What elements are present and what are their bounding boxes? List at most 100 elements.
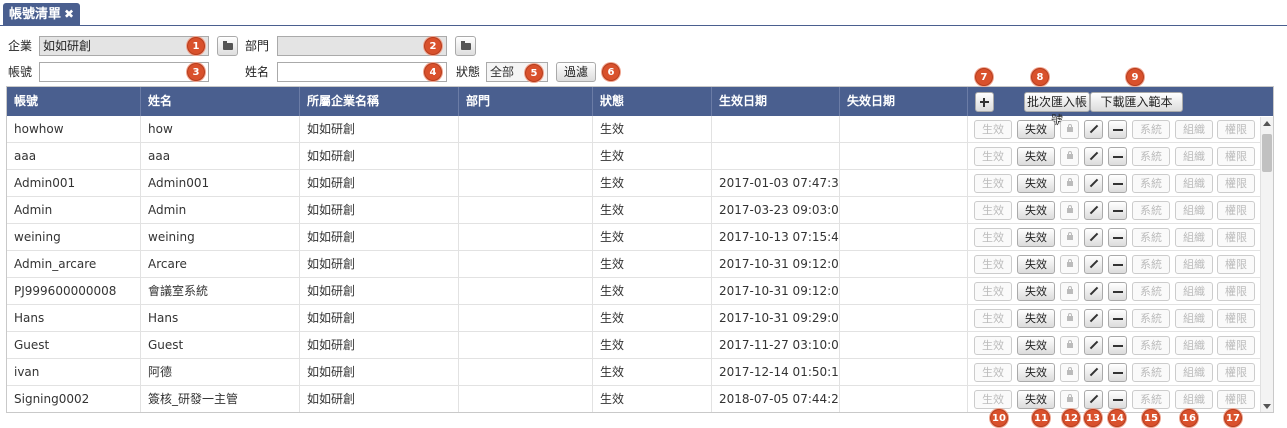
remove-icon[interactable] <box>1108 336 1127 355</box>
deactivate-button[interactable]: 失效 <box>1017 228 1055 247</box>
permission-button[interactable]: 權限 <box>1217 390 1255 409</box>
table-row[interactable]: Admin001 Admin001 如如研創 生效 2017-01-03 07:47:3… <box>7 170 1273 197</box>
remove-icon[interactable] <box>1108 201 1127 220</box>
system-button[interactable]: 系統 <box>1132 147 1170 166</box>
system-button[interactable]: 系統 <box>1132 282 1170 301</box>
col-name[interactable]: 姓名 <box>141 87 300 116</box>
org-button[interactable]: 組織 <box>1175 363 1213 382</box>
edit-icon[interactable] <box>1084 228 1103 247</box>
scroll-down-icon[interactable] <box>1263 404 1271 409</box>
system-button[interactable]: 系統 <box>1132 228 1170 247</box>
activate-button[interactable]: 生效 <box>974 390 1012 409</box>
org-button[interactable]: 組織 <box>1175 255 1213 274</box>
add-button[interactable] <box>975 92 994 112</box>
system-button[interactable]: 系統 <box>1132 336 1170 355</box>
lock-icon[interactable] <box>1060 201 1079 220</box>
scrollbar[interactable] <box>1260 117 1273 412</box>
permission-button[interactable]: 權限 <box>1217 147 1255 166</box>
edit-icon[interactable] <box>1084 363 1103 382</box>
remove-icon[interactable] <box>1108 147 1127 166</box>
table-row[interactable]: HansHans如如研創生效2017-10-31 09:29:01.0生效失效系… <box>7 305 1273 332</box>
scroll-up-icon[interactable] <box>1263 121 1271 126</box>
activate-button[interactable]: 生效 <box>974 309 1012 328</box>
edit-icon[interactable] <box>1084 282 1103 301</box>
permission-button[interactable]: 權限 <box>1217 282 1255 301</box>
remove-icon[interactable] <box>1108 228 1127 247</box>
org-button[interactable]: 組織 <box>1175 201 1213 220</box>
org-button[interactable]: 組織 <box>1175 174 1213 193</box>
download-template-button[interactable]: 下載匯入範本 <box>1090 92 1183 112</box>
edit-icon[interactable] <box>1084 390 1103 409</box>
permission-button[interactable]: 權限 <box>1217 228 1255 247</box>
lock-icon[interactable] <box>1060 174 1079 193</box>
activate-button[interactable]: 生效 <box>974 282 1012 301</box>
activate-button[interactable]: 生效 <box>974 201 1012 220</box>
deactivate-button[interactable]: 失效 <box>1017 255 1055 274</box>
lock-icon[interactable] <box>1060 147 1079 166</box>
org-button[interactable]: 組織 <box>1175 390 1213 409</box>
table-row[interactable]: GuestGuest如如研創生效2017-11-27 03:10:06.0生效失… <box>7 332 1273 359</box>
system-button[interactable]: 系統 <box>1132 255 1170 274</box>
batch-import-button[interactable]: 批次匯入帳號 <box>1024 92 1090 127</box>
permission-button[interactable]: 權限 <box>1217 309 1255 328</box>
edit-icon[interactable] <box>1084 255 1103 274</box>
system-button[interactable]: 系統 <box>1132 309 1170 328</box>
lock-icon[interactable] <box>1060 336 1079 355</box>
dept-browse-folder-icon[interactable] <box>455 36 476 56</box>
scroll-thumb[interactable] <box>1262 134 1272 172</box>
lock-icon[interactable] <box>1060 390 1079 409</box>
close-icon[interactable]: ✖ <box>64 7 74 21</box>
deactivate-button[interactable]: 失效 <box>1017 336 1055 355</box>
company-field[interactable]: 如如研創 <box>39 36 209 56</box>
permission-button[interactable]: 權限 <box>1217 201 1255 220</box>
permission-button[interactable]: 權限 <box>1217 255 1255 274</box>
remove-icon[interactable] <box>1108 255 1127 274</box>
activate-button[interactable]: 生效 <box>974 363 1012 382</box>
deactivate-button[interactable]: 失效 <box>1017 174 1055 193</box>
tab-account-list[interactable]: 帳號清單 ✖ <box>3 3 81 26</box>
edit-icon[interactable] <box>1084 120 1103 139</box>
remove-icon[interactable] <box>1108 282 1127 301</box>
remove-icon[interactable] <box>1108 363 1127 382</box>
account-input[interactable] <box>39 62 209 82</box>
lock-icon[interactable] <box>1060 255 1079 274</box>
system-button[interactable]: 系統 <box>1132 120 1170 139</box>
deactivate-button[interactable]: 失效 <box>1017 363 1055 382</box>
table-row[interactable]: weiningweining如如研創生效2017-10-13 07:15:49.… <box>7 224 1273 251</box>
company-browse-folder-icon[interactable] <box>217 36 238 56</box>
system-button[interactable]: 系統 <box>1132 363 1170 382</box>
org-button[interactable]: 組織 <box>1175 282 1213 301</box>
col-start-date[interactable]: 生效日期 <box>712 87 840 116</box>
lock-icon[interactable] <box>1060 228 1079 247</box>
table-row[interactable]: PJ999600000008 會議室系統 如如研創 生效 2017-10-31 09:1… <box>7 278 1273 305</box>
table-row[interactable]: AdminAdmin如如研創生效2017-03-23 09:03:06.0生效失… <box>7 197 1273 224</box>
permission-button[interactable]: 權限 <box>1217 336 1255 355</box>
table-row[interactable]: ivan阿德如如研創生效2017-12-14 01:50:11.0生效失效系統組… <box>7 359 1273 386</box>
lock-icon[interactable] <box>1060 309 1079 328</box>
deactivate-button[interactable]: 失效 <box>1017 309 1055 328</box>
org-button[interactable]: 組織 <box>1175 147 1213 166</box>
deactivate-button[interactable]: 失效 <box>1017 147 1055 166</box>
org-button[interactable]: 組織 <box>1175 336 1213 355</box>
activate-button[interactable]: 生效 <box>974 174 1012 193</box>
permission-button[interactable]: 權限 <box>1217 363 1255 382</box>
deactivate-button[interactable]: 失效 <box>1017 120 1055 139</box>
table-row[interactable]: Signing0002 簽核_研發一主管 如如研創 生效 2018-07-05 07:4… <box>7 386 1273 412</box>
activate-button[interactable]: 生效 <box>974 120 1012 139</box>
name-input[interactable] <box>277 62 447 82</box>
activate-button[interactable]: 生效 <box>974 147 1012 166</box>
col-account[interactable]: 帳號 <box>7 87 141 116</box>
org-button[interactable]: 組織 <box>1175 309 1213 328</box>
remove-icon[interactable] <box>1108 309 1127 328</box>
lock-icon[interactable] <box>1060 120 1079 139</box>
col-dept[interactable]: 部門 <box>459 87 593 116</box>
remove-icon[interactable] <box>1108 390 1127 409</box>
edit-icon[interactable] <box>1084 174 1103 193</box>
system-button[interactable]: 系統 <box>1132 174 1170 193</box>
dept-field[interactable] <box>277 36 447 56</box>
org-button[interactable]: 組織 <box>1175 120 1213 139</box>
org-button[interactable]: 組織 <box>1175 228 1213 247</box>
deactivate-button[interactable]: 失效 <box>1017 201 1055 220</box>
activate-button[interactable]: 生效 <box>974 336 1012 355</box>
table-row[interactable]: Admin_arcare Arcare 如如研創 生效 2017-10-31 09:12… <box>7 251 1273 278</box>
